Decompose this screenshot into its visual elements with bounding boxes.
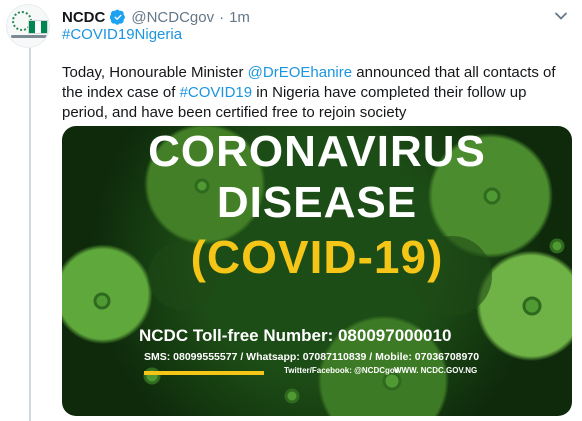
media-contact-numbers: SMS: 08099555577 / Whatsapp: 07087110839… [144, 351, 480, 363]
media-website: WWW. NCDC.GOV.NG [394, 366, 478, 375]
tweet-text: Today, Honourable Minister @DrEOEhanire … [62, 63, 572, 123]
author-handle[interactable]: @NCDCgov [131, 9, 214, 26]
chevron-down-icon[interactable] [553, 8, 569, 24]
media-title-line-2: DISEASE [216, 178, 418, 227]
tweet-text-part: Today, Honourable Minister [62, 64, 248, 81]
author-name[interactable]: NCDC [62, 9, 105, 26]
tweet-timestamp[interactable]: 1m [229, 9, 250, 26]
avatar[interactable] [6, 4, 50, 48]
media-accent-bar [144, 371, 264, 375]
tweet-header: NCDC @NCDCgov · 1m [62, 6, 542, 28]
thread-line [29, 48, 31, 421]
avatar-flag [28, 20, 48, 34]
tweet-media-image[interactable]: CORONAVIRUS DISEASE (COVID-19) NCDC Toll… [62, 126, 572, 416]
avatar-caption-mark [11, 35, 47, 38]
verified-badge-icon [110, 9, 126, 25]
media-social-handle: Twitter/Facebook: @NCDCgov [284, 366, 400, 375]
media-title-line-3: (COVID-19) [190, 231, 444, 283]
hashtag-link[interactable]: #COVID19Nigeria [62, 26, 182, 43]
separator-dot: · [219, 8, 225, 26]
media-title-line-1: CORONAVIRUS [148, 127, 486, 176]
mention-link[interactable]: @DrEOEhanire [248, 64, 352, 81]
media-tollfree-number: NCDC Toll-free Number: 080097000010 [139, 326, 452, 345]
hashtag-link-inline[interactable]: #COVID19 [180, 84, 253, 101]
